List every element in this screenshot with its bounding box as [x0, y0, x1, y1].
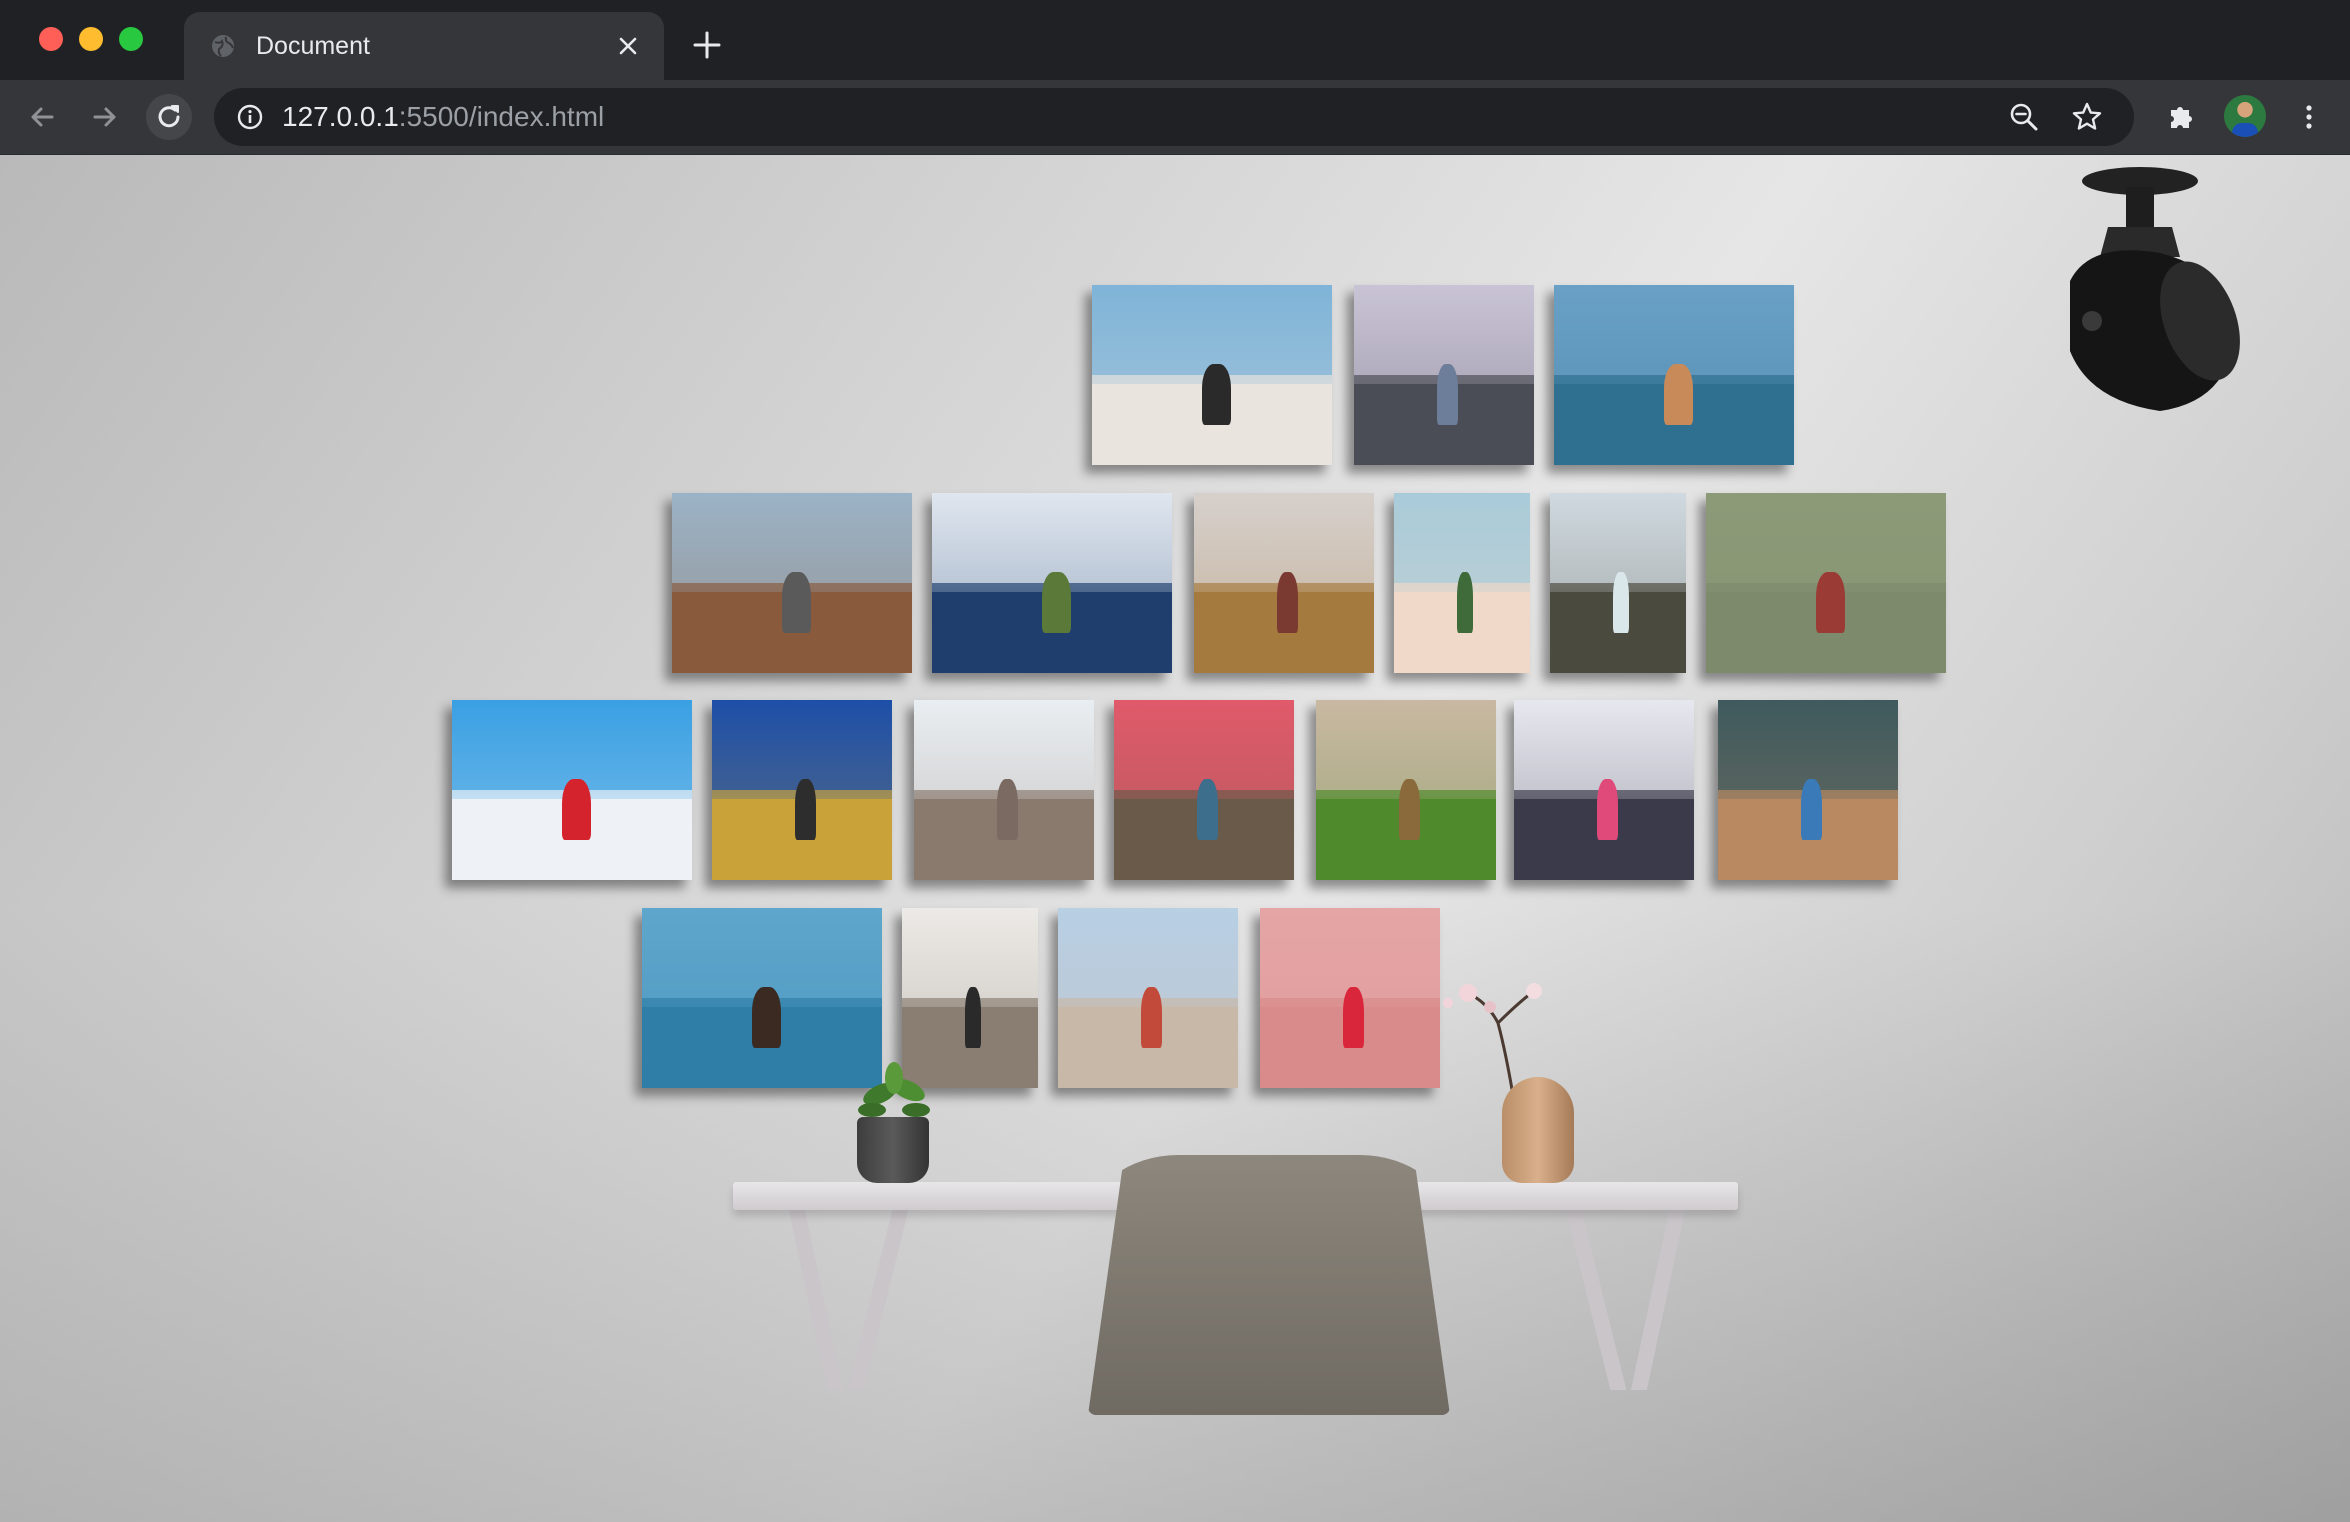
- globe-icon: [212, 35, 234, 57]
- plant-pot: [857, 1117, 929, 1183]
- browser-menu-button[interactable]: [2286, 94, 2332, 140]
- zoom-out-icon[interactable]: [2008, 101, 2040, 133]
- window-maximize-button[interactable]: [119, 27, 143, 51]
- gallery-photo-kayak-lake-mountain: [1554, 285, 1794, 465]
- photo-subject: [1800, 779, 1823, 841]
- photo-subject: [1456, 572, 1473, 634]
- star-icon[interactable]: [2070, 100, 2104, 134]
- browser-window: Document 127.0.0.1:5500/index.html: [0, 0, 2350, 1522]
- photo-subject: [1436, 364, 1459, 426]
- gallery-photo-photographer-river: [1706, 493, 1946, 673]
- desk-leg: [1630, 1210, 1686, 1390]
- extensions-button[interactable]: [2158, 94, 2204, 140]
- desk-leg: [788, 1210, 844, 1390]
- kebab-menu-icon: [2306, 105, 2312, 129]
- gallery-photo-tropical-beach: [1394, 493, 1530, 673]
- tab-strip: Document: [0, 0, 2350, 80]
- window-minimize-button[interactable]: [79, 27, 103, 51]
- browser-toolbar: 127.0.0.1:5500/index.html: [0, 80, 2350, 155]
- photo-subject: [964, 987, 981, 1049]
- info-icon[interactable]: [236, 103, 264, 131]
- forward-button[interactable]: [82, 94, 128, 140]
- photo-subject: [1276, 572, 1299, 634]
- close-icon[interactable]: [614, 32, 642, 60]
- tab-title: Document: [256, 32, 370, 60]
- photo-subject: [1816, 572, 1846, 634]
- plant-icon: [858, 1062, 930, 1117]
- photo-subject: [1398, 779, 1421, 841]
- back-button[interactable]: [19, 94, 65, 140]
- gallery-photo-snow-peak-meadow: [712, 700, 892, 880]
- gallery-photo-santorini-red-dress: [452, 700, 692, 880]
- gallery-photo-colorful-poncho-wall: [1718, 700, 1898, 880]
- address-bar[interactable]: 127.0.0.1:5500/index.html: [214, 88, 2134, 146]
- photo-subject: [1202, 364, 1232, 426]
- gallery-photo-wheat-field-blanket: [1194, 493, 1374, 673]
- plus-icon[interactable]: [690, 28, 724, 62]
- arrow-right-icon: [93, 107, 116, 127]
- puzzle-icon: [2171, 107, 2192, 128]
- gallery-photo-canyon-overlook: [672, 493, 912, 673]
- arrow-left-icon: [31, 107, 54, 127]
- gallery-photo-snowy-coast-rocks: [1354, 285, 1534, 465]
- desk-leg: [847, 1210, 909, 1390]
- gallery-photo-snow-monkeys-hot-spring: [914, 700, 1094, 880]
- page-viewport: [0, 155, 2350, 1522]
- photo-subject: [1042, 572, 1072, 634]
- tab-document[interactable]: Document: [184, 12, 664, 80]
- photo-subject: [782, 572, 812, 634]
- photo-subject: [1612, 572, 1629, 634]
- gallery-photo-flowers-tiles: [1514, 700, 1694, 880]
- desk-leg: [1565, 1210, 1627, 1390]
- gallery-photo-raspberry-tart-pink-lake: [1260, 908, 1440, 1088]
- gallery-photo-green-valley-sunset: [1316, 700, 1496, 880]
- photo-subject: [1140, 987, 1163, 1049]
- url-path: :5500/index.html: [398, 101, 605, 132]
- gallery-photo-umbrella-street: [1114, 700, 1294, 880]
- window-close-button[interactable]: [39, 27, 63, 51]
- photo-subject: [1196, 779, 1219, 841]
- photo-subject: [996, 779, 1019, 841]
- security-camera-icon: [2070, 167, 2240, 411]
- profile-avatar[interactable]: [2224, 95, 2266, 137]
- gallery-photo-mountain-lake-reflection: [932, 493, 1172, 673]
- gallery-photo-waterfall-cliffs: [1550, 493, 1686, 673]
- url-text: 127.0.0.1:5500/index.html: [282, 101, 604, 133]
- gallery-photo-hot-air-balloons-snow: [1092, 285, 1332, 465]
- photo-subject: [562, 779, 592, 841]
- gallery-photo-old-town-square: [1058, 908, 1238, 1088]
- gallery-photo-infinity-pool-ocean: [642, 908, 882, 1088]
- photo-subject: [794, 779, 817, 841]
- vase: [1502, 1077, 1574, 1183]
- reload-button[interactable]: [146, 94, 192, 140]
- photo-subject: [1664, 364, 1694, 426]
- url-host: 127.0.0.1: [282, 101, 399, 132]
- photo-subject: [1596, 779, 1619, 841]
- photo-subject: [752, 987, 782, 1049]
- photo-subject: [1342, 987, 1365, 1049]
- chair: [1088, 1155, 1450, 1415]
- reload-icon: [158, 105, 180, 128]
